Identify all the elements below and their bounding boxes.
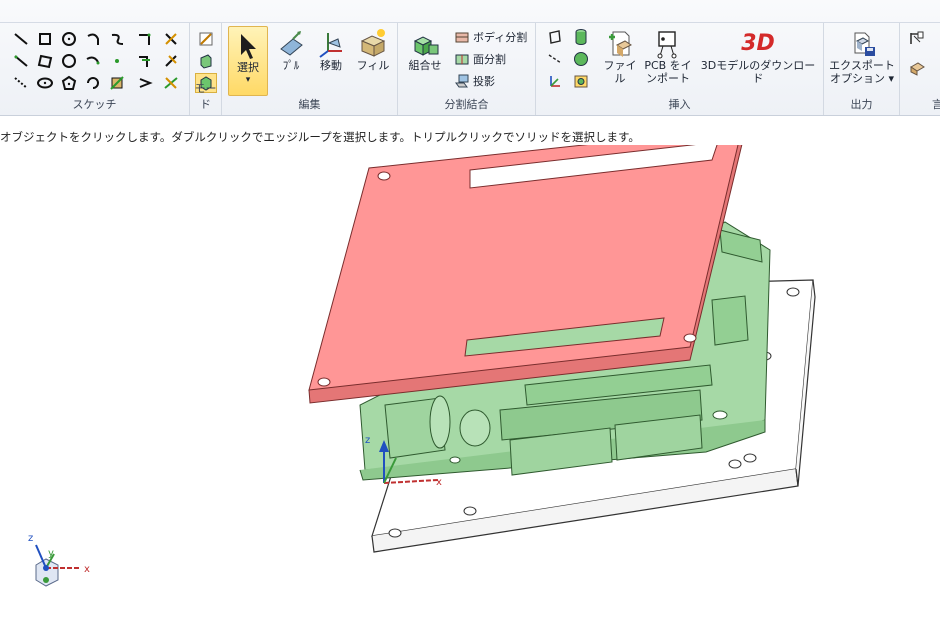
status-hint: オブジェクトをクリックします。ダブルクリックでエッジループを選択します。トリプル… xyxy=(0,130,640,144)
sphere-icon[interactable] xyxy=(570,49,592,69)
axis-icon[interactable] xyxy=(544,49,566,69)
group-edit-label: 編集 xyxy=(298,98,321,111)
ribbon: スケッチ モード 選択 ▾ ﾌﾟﾙ 移動 フィル 編集 組合せ ボディ分割 面分… xyxy=(0,0,940,116)
combine-button[interactable]: 組合せ xyxy=(404,29,446,72)
select-button-label: 選択 xyxy=(237,61,259,74)
pull-button[interactable]: ﾌﾟﾙ xyxy=(272,29,310,72)
trim-tool-icon[interactable] xyxy=(160,29,182,49)
project-icon xyxy=(455,74,469,88)
sweep-arc-icon[interactable] xyxy=(82,73,104,93)
group-edit: 選択 ▾ ﾌﾟﾙ 移動 フィル 編集 xyxy=(222,23,398,115)
project-label: 投影 xyxy=(473,75,495,88)
three-point-rectangle-icon[interactable] xyxy=(34,51,56,71)
project-curve-icon[interactable] xyxy=(134,73,156,93)
arc-tool-icon[interactable] xyxy=(82,29,104,49)
view-axis-x-label: x xyxy=(84,564,90,575)
line-tool-icon[interactable] xyxy=(10,29,32,49)
select-arrow-icon xyxy=(241,34,256,59)
group-sketch: スケッチ xyxy=(0,23,190,115)
insert-file-button[interactable]: ファイル xyxy=(600,29,640,85)
model-axis-z-label: z xyxy=(365,435,370,446)
construction-line-icon[interactable] xyxy=(10,73,32,93)
pcb-import-label-2: ンポート xyxy=(646,72,690,85)
split-face-icon xyxy=(455,54,469,65)
group-mode-label: モード xyxy=(194,82,217,111)
3d-logo-icon: 3D xyxy=(741,31,775,56)
split-face-button[interactable]: 面分割 xyxy=(454,51,506,67)
export-options-button[interactable]: エクスポート オプション ▾ xyxy=(826,29,898,85)
cylinder-icon[interactable] xyxy=(570,27,592,47)
three-point-circle-icon[interactable] xyxy=(58,51,80,71)
pcb-import-button[interactable]: PCB をイ ンポート xyxy=(642,29,694,85)
project-button[interactable]: 投影 xyxy=(454,73,495,89)
spline-tool-icon[interactable] xyxy=(106,29,128,49)
select-button[interactable]: 選択 ▾ xyxy=(228,26,268,96)
pull-icon xyxy=(280,31,303,56)
tangent-line-icon[interactable] xyxy=(10,51,32,71)
download-3d-model-label: 3Dモデルのダウンロード xyxy=(700,59,816,85)
origin-icon[interactable] xyxy=(544,71,566,91)
insert-file-label: ファイル xyxy=(603,59,637,85)
move-button-label: 移動 xyxy=(320,59,342,72)
export-options-label-2[interactable]: オプション ▾ xyxy=(830,72,894,85)
split-body-label: ボディ分割 xyxy=(473,31,528,44)
pcb-import-icon xyxy=(657,31,677,59)
select-dropdown-icon[interactable]: ▾ xyxy=(246,74,251,87)
view-triad[interactable]: z y x xyxy=(28,533,90,587)
ellipse-tool-icon[interactable] xyxy=(34,73,56,93)
export-options-label-1: エクスポート xyxy=(829,59,895,72)
group-insert: ファイル PCB をイ ンポート 3D 3Dモデルのダウンロード 挿入 xyxy=(536,23,824,115)
enclosure-icon[interactable] xyxy=(570,71,592,91)
combine-icon xyxy=(413,36,439,56)
plane-icon[interactable] xyxy=(544,27,566,47)
pull-button-label: ﾌﾟﾙ xyxy=(282,59,300,72)
fill-button[interactable]: フィル xyxy=(352,27,394,72)
download-3d-model-button[interactable]: 3D 3Dモデルのダウンロード xyxy=(696,29,820,85)
tangent-arc-icon[interactable] xyxy=(82,51,104,71)
sketch-mode-icon[interactable] xyxy=(195,29,217,49)
group-partial-label: 言 xyxy=(932,98,940,111)
group-insert-label: 挿入 xyxy=(668,98,691,111)
move-button[interactable]: 移動 xyxy=(312,29,350,72)
polygon-tool-icon[interactable] xyxy=(58,73,80,93)
pcb-import-label-1: PCB をイ xyxy=(644,59,692,72)
group-mode: モード xyxy=(190,23,222,115)
mass-icon[interactable] xyxy=(906,57,928,77)
point-tool-icon[interactable] xyxy=(106,51,128,71)
fill-button-label: フィル xyxy=(356,59,390,72)
fill-icon xyxy=(360,29,386,57)
split-body-icon xyxy=(455,32,469,43)
bend-tool-icon[interactable] xyxy=(106,73,128,93)
export-icon xyxy=(854,32,875,56)
insert-file-icon xyxy=(609,31,632,57)
extend-curve-icon[interactable] xyxy=(160,51,182,71)
circle-tool-icon[interactable] xyxy=(58,29,80,49)
view-axis-z-label: z xyxy=(28,533,33,544)
view-axis-y-label: y xyxy=(48,548,54,559)
group-partial: 言 xyxy=(900,23,940,115)
group-output: エクスポート オプション ▾ 出力 xyxy=(824,23,900,115)
corner-tool-icon[interactable] xyxy=(134,29,156,49)
move-icon xyxy=(319,33,342,58)
model-axis-x-label: x xyxy=(436,477,442,488)
split-face-label: 面分割 xyxy=(473,53,506,66)
combine-button-label: 組合せ xyxy=(408,59,442,72)
group-split-combine: 組合せ ボディ分割 面分割 投影 分割結合 xyxy=(398,23,536,115)
group-sketch-label: スケッチ xyxy=(72,98,117,111)
group-split-combine-label: 分割結合 xyxy=(444,98,489,111)
3d-viewport[interactable]: z x z y x xyxy=(0,145,940,626)
rectangle-tool-icon[interactable] xyxy=(34,29,56,49)
split-line-icon[interactable] xyxy=(160,73,182,93)
offset-curve-icon[interactable] xyxy=(134,51,156,71)
group-output-label: 出力 xyxy=(850,98,873,111)
measure-icon[interactable] xyxy=(906,29,928,49)
section-mode-icon[interactable] xyxy=(195,51,217,71)
split-body-button[interactable]: ボディ分割 xyxy=(454,29,527,45)
